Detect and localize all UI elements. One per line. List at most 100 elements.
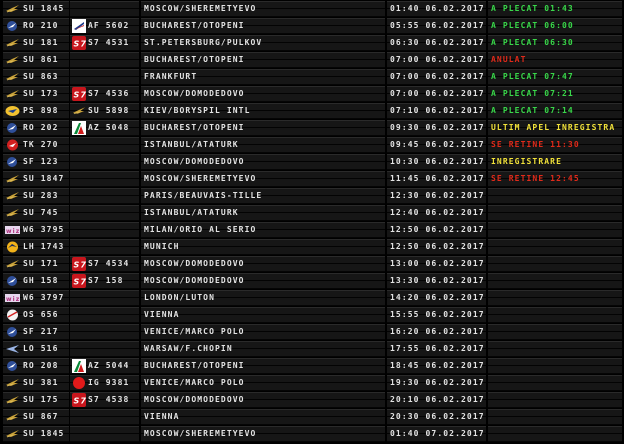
codeshare-cell: AF 5602 bbox=[70, 18, 139, 34]
flight-number-cell: SU 1847 bbox=[3, 171, 69, 187]
flight-row: PS 898 SU 5898 KIEV/BORYSPIL INTL 07:10 06.… bbox=[0, 103, 624, 120]
flight-number-cell: wizzW6 3795 bbox=[3, 222, 69, 238]
destination: WARSAW/F.CHOPIN bbox=[144, 344, 233, 353]
flight-row: SU 283 PARIS/BEAUVAIS-TILLE 12:30 06.02.20… bbox=[0, 188, 624, 205]
schedule-cell: 12:50 06.02.2017 bbox=[387, 239, 486, 255]
status-cell bbox=[488, 358, 622, 374]
schedule-cell: 09:45 06.02.2017 bbox=[387, 137, 486, 153]
schedule-cell: 12:40 06.02.2017 bbox=[387, 205, 486, 221]
flight-number-cell: SF 217 bbox=[3, 324, 69, 340]
flight-row: SF 217 VENICE/MARCO POLO 16:20 06.02.2017 bbox=[0, 324, 624, 341]
destination-cell: MOSCOW/DOMODEDOVO bbox=[141, 154, 385, 170]
destination-cell: MOSCOW/DOMODEDOVO bbox=[141, 86, 385, 102]
scheduled-time: 05:55 06.02.2017 bbox=[390, 21, 485, 30]
flight-row: wizzW6 3795 MILAN/ORIO AL SERIO 12:50 06.0… bbox=[0, 222, 624, 239]
codeshare-flight: IG 9381 bbox=[88, 378, 130, 387]
flight-number: OS 656 bbox=[23, 310, 59, 319]
schedule-cell: 12:30 06.02.2017 bbox=[387, 188, 486, 204]
scheduled-time: 09:30 06.02.2017 bbox=[390, 123, 485, 132]
destination: MOSCOW/SHEREMETYEVO bbox=[144, 429, 257, 438]
flight-status: ULTIM APEL INREGISTRA bbox=[491, 123, 616, 132]
wizz-icon: wizz bbox=[5, 292, 24, 304]
codeshare-cell: S7 S7 4531 bbox=[70, 35, 139, 51]
status-cell: A PLECAT 06:30 bbox=[488, 35, 622, 51]
codeshare-flight: S7 4531 bbox=[88, 38, 130, 47]
destination-cell: MUNICH bbox=[141, 239, 385, 255]
flight-status: A PLECAT 07:47 bbox=[491, 72, 574, 81]
flight-row: LH 1743 MUNICH 12:50 06.02.2017 bbox=[0, 239, 624, 256]
destination: BUCHAREST/OTOPENI bbox=[144, 123, 245, 132]
wizz-icon: wizz bbox=[5, 224, 24, 236]
destination-cell: BUCHAREST/OTOPENI bbox=[141, 52, 385, 68]
flight-row: SU 745 ISTANBUL/ATATURK 12:40 06.02.2017 bbox=[0, 205, 624, 222]
flight-number: SU 171 bbox=[23, 259, 59, 268]
austrian-icon bbox=[5, 309, 20, 321]
destination: BUCHAREST/OTOPENI bbox=[144, 361, 245, 370]
aeroflot-icon bbox=[5, 428, 20, 440]
destination: MOSCOW/SHEREMETYEVO bbox=[144, 4, 257, 13]
svg-text:S7: S7 bbox=[74, 278, 87, 287]
aeroflot-icon bbox=[5, 71, 20, 83]
scheduled-time: 09:45 06.02.2017 bbox=[390, 140, 485, 149]
destination-cell: MOSCOW/SHEREMETYEVO bbox=[141, 171, 385, 187]
destination: VENICE/MARCO POLO bbox=[144, 378, 245, 387]
destination-cell: KIEV/BORYSPIL INTL bbox=[141, 103, 385, 119]
flight-number: SF 123 bbox=[23, 157, 59, 166]
destination: VIENNA bbox=[144, 310, 180, 319]
codeshare-flight: S7 4534 bbox=[88, 259, 130, 268]
schedule-cell: 07:00 06.02.2017 bbox=[387, 52, 486, 68]
lufthansa-icon bbox=[5, 241, 20, 253]
scheduled-time: 07:10 06.02.2017 bbox=[390, 106, 485, 115]
schedule-cell: 15:55 06.02.2017 bbox=[387, 307, 486, 323]
svg-text:S7: S7 bbox=[74, 91, 87, 100]
scheduled-time: 01:40 06.02.2017 bbox=[390, 4, 485, 13]
flight-number: SU 745 bbox=[23, 208, 59, 217]
flight-number: RO 202 bbox=[23, 123, 59, 132]
flight-row: SU 181 S7 S7 4531 ST.PETERSBURG/PULKOV 06:30… bbox=[0, 35, 624, 52]
scheduled-time: 20:10 06.02.2017 bbox=[390, 395, 485, 404]
schedule-cell: 18:45 06.02.2017 bbox=[387, 358, 486, 374]
flight-number: SU 175 bbox=[23, 395, 59, 404]
flight-number: SU 1847 bbox=[23, 174, 65, 183]
schedule-cell: 16:20 06.02.2017 bbox=[387, 324, 486, 340]
codeshare-cell bbox=[70, 154, 139, 170]
codeshare-cell: AZ 5048 bbox=[70, 120, 139, 136]
codeshare-cell bbox=[70, 307, 139, 323]
aeroflot-icon bbox=[5, 258, 20, 270]
aeroflot-icon bbox=[5, 54, 20, 66]
aeroflot-icon bbox=[5, 190, 20, 202]
flight-number: RO 208 bbox=[23, 361, 59, 370]
flight-row: RO 210 AF 5602 BUCHAREST/OTOPENI 05:55 06.0… bbox=[0, 18, 624, 35]
scheduled-time: 13:30 06.02.2017 bbox=[390, 276, 485, 285]
flight-number-cell: SU 171 bbox=[3, 256, 69, 272]
flight-number-cell: SF 123 bbox=[3, 154, 69, 170]
destination: BUCHAREST/OTOPENI bbox=[144, 55, 245, 64]
scheduled-time: 07:00 06.02.2017 bbox=[390, 72, 485, 81]
alitalia-icon bbox=[72, 359, 86, 373]
destination-cell: PARIS/BEAUVAIS-TILLE bbox=[141, 188, 385, 204]
schedule-cell: 13:00 06.02.2017 bbox=[387, 256, 486, 272]
destination-cell: MOSCOW/DOMODEDOVO bbox=[141, 273, 385, 289]
status-cell: A PLECAT 07:21 bbox=[488, 86, 622, 102]
schedule-cell: 01:40 07.02.2017 bbox=[387, 426, 486, 442]
status-cell bbox=[488, 307, 622, 323]
destination-cell: WARSAW/F.CHOPIN bbox=[141, 341, 385, 357]
destination: ST.PETERSBURG/PULKOV bbox=[144, 38, 263, 47]
scheduled-time: 14:20 06.02.2017 bbox=[390, 293, 485, 302]
status-cell bbox=[488, 273, 622, 289]
flight-status: INREGISTRARE bbox=[491, 157, 562, 166]
schedule-cell: 13:30 06.02.2017 bbox=[387, 273, 486, 289]
status-cell: SE RETINE 11:30 bbox=[488, 137, 622, 153]
codeshare-cell bbox=[70, 341, 139, 357]
tarom-icon bbox=[5, 275, 20, 287]
codeshare-cell bbox=[70, 239, 139, 255]
flight-row: SU 1845 MOSCOW/SHEREMETYEVO 01:40 06.02.20… bbox=[0, 1, 624, 18]
codeshare-cell bbox=[70, 1, 139, 17]
flight-row: RO 202 AZ 5048 BUCHAREST/OTOPENI 09:30 06.0… bbox=[0, 120, 624, 137]
destination-cell: MOSCOW/SHEREMETYEVO bbox=[141, 1, 385, 17]
flight-row: SU 171 S7 S7 4534 MOSCOW/DOMODEDOVO 13:00 06… bbox=[0, 256, 624, 273]
lot-icon bbox=[5, 343, 20, 355]
destination-cell: MOSCOW/DOMODEDOVO bbox=[141, 256, 385, 272]
aeroflot-icon bbox=[5, 207, 20, 219]
status-cell: A PLECAT 07:47 bbox=[488, 69, 622, 85]
